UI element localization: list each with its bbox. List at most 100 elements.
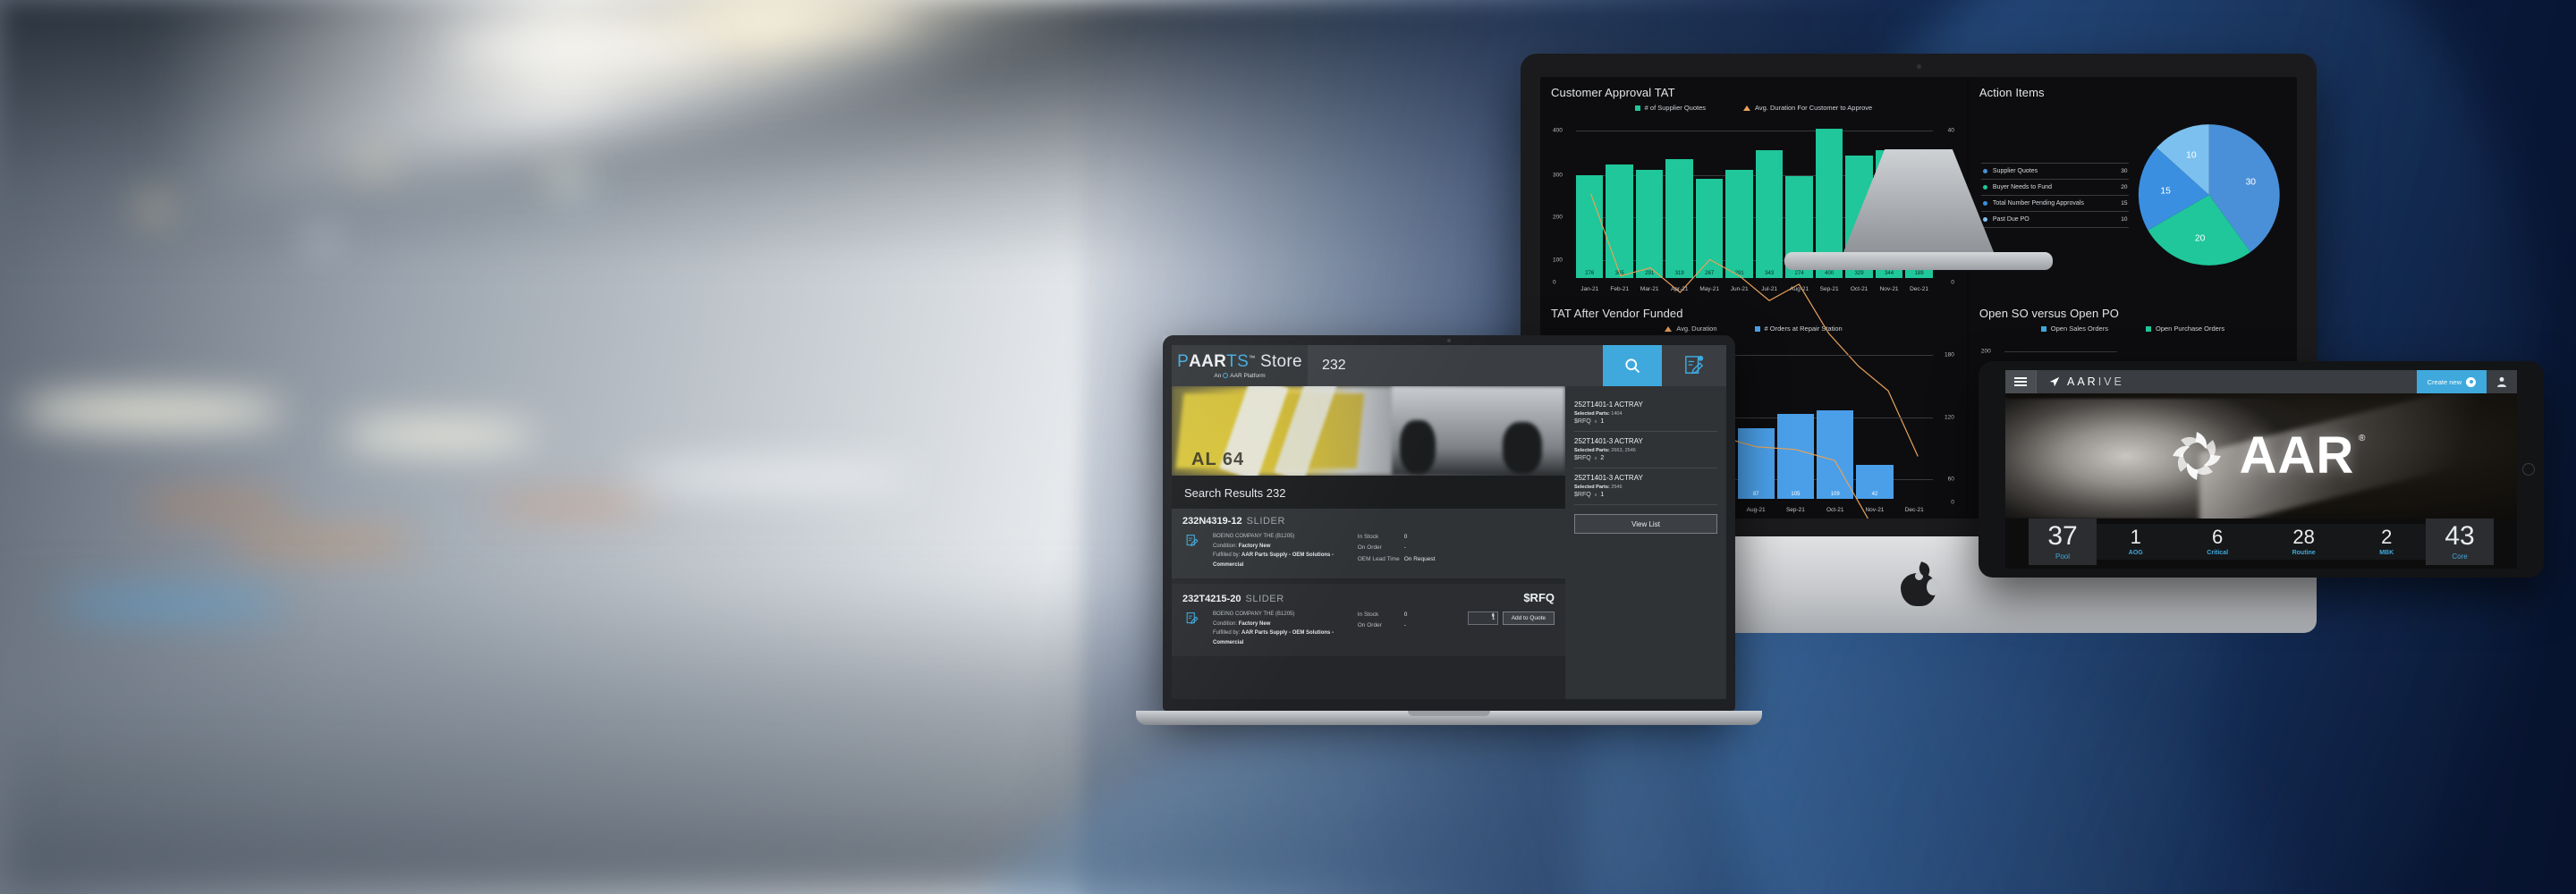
action-item-row[interactable]: Total Number Pending Approvals 15 <box>1980 196 2130 212</box>
quote-document-icon <box>1685 355 1704 375</box>
quote-list-button[interactable] <box>1662 345 1726 386</box>
tablet-bezel: AARIVE Create new AAR ® 37 Pool 1 AOG 6 … <box>1979 361 2544 578</box>
action-item-value: 30 <box>2121 167 2128 174</box>
x-tick-label: Sep-21 <box>1819 286 1839 292</box>
x-tick-label: May-21 <box>1699 286 1720 292</box>
cart-selected-parts: Selected Parts: 2546 <box>1574 485 1623 490</box>
stat-mbk[interactable]: 2 MBK <box>2379 526 2394 557</box>
background-traffic-red-1 <box>134 501 295 510</box>
paarts-wordmark: PAARTS™ Store <box>1177 353 1302 370</box>
result-condition-label: Condition: <box>1213 543 1238 549</box>
result-header: 232N4319-12 SLIDER <box>1182 516 1555 527</box>
y-tick-left: 200 <box>1980 348 1991 355</box>
x-tick-label: Jun-21 <box>1730 286 1749 292</box>
plus-circle-icon <box>2466 376 2476 387</box>
macbook-lid: PAARTS™ Store An AAR Platform 232 AL 64 … <box>1163 335 1735 711</box>
cart-item[interactable]: 252T1401-3 ACTRAY Selected Parts: 2663, … <box>1574 432 1717 468</box>
search-result-row[interactable]: 232T4215-20 SLIDER $RFQ BOEING COMPANY TH… <box>1172 584 1565 656</box>
cart-part-number: 252T1401-3 ACTRAY <box>1574 474 1643 482</box>
result-details: BOEING COMPANY THE (B1205) Condition: Fa… <box>1182 532 1555 569</box>
add-to-quote-button[interactable]: Add to Quote <box>1502 611 1555 625</box>
background-light-streak-2 <box>680 7 912 27</box>
aarive-brand: AARIVE <box>2036 370 2417 393</box>
legend-label: Open Sales Orders <box>2050 325 2108 333</box>
logo-ts: TS <box>1226 351 1250 371</box>
x-tick-label: Oct-21 <box>1850 286 1868 292</box>
create-new-button[interactable]: Create new <box>2416 370 2487 393</box>
paarts-store-body: AL 64 Search Results 232 232N4319-12 SLID… <box>1172 386 1726 699</box>
logo-aar: AAR <box>1189 351 1227 371</box>
search-result-row[interactable]: 232N4319-12 SLIDER BOEING COMPANY THE (B1… <box>1172 509 1565 578</box>
action-items-pie-wrap: 30 20 15 10 <box>2132 103 2286 287</box>
y-tick-right: 180 <box>1945 351 1954 358</box>
cart-selected-parts: Selected Parts: 2663, 2546 <box>1574 448 1636 453</box>
status-dot-icon <box>1982 200 1987 206</box>
cart-item[interactable]: 252T1401-1 ACTRAY Selected Parts: 1404 $… <box>1574 395 1717 432</box>
card-title: Customer Approval TAT <box>1551 86 1675 99</box>
aar-logo: AAR ® <box>2168 427 2365 485</box>
y-tick-left: 100 <box>1553 257 1563 264</box>
action-item-label: Buyer Needs to Fund <box>1992 183 2053 190</box>
lead-label: OEM Lead Time <box>1357 555 1400 562</box>
cart-item[interactable]: 252T1401-3 ACTRAY Selected Parts: 2546 $… <box>1574 468 1717 505</box>
view-list-button[interactable]: View List <box>1574 514 1717 534</box>
stat-routine[interactable]: 28 Routine <box>2292 527 2316 557</box>
apple-logo-icon <box>1901 561 1940 606</box>
stat-label: MBK <box>2379 550 2394 556</box>
hero-scene: Customer Approval TAT # of Supplier Quot… <box>0 0 2576 894</box>
result-document-button[interactable] <box>1182 532 1202 548</box>
background-light-streak-6 <box>304 232 340 245</box>
y-tick-right: 120 <box>1945 414 1954 421</box>
x-tick-label: Sep-21 <box>1785 507 1805 513</box>
cart-part-number: 252T1401-3 ACTRAY <box>1574 437 1643 445</box>
x-tick-label: Nov-21 <box>1879 286 1899 292</box>
background-traffic-white <box>626 465 912 488</box>
result-part-number: 232N4319-12 SLIDER <box>1182 516 1286 527</box>
quote-cart-panel: 252T1401-1 ACTRAY Selected Parts: 1404 $… <box>1565 386 1726 699</box>
quote-document-icon <box>1186 535 1199 546</box>
tablet-home-button[interactable] <box>2522 463 2535 476</box>
legend-square-icon <box>2145 325 2151 332</box>
cart-price-qty: $RFQ x 2 <box>1574 455 1605 461</box>
x-axis-labels: Jan-21 Feb-21 Mar-21 Apr-21 May-21 Jun-21 Jul-… <box>1576 286 1933 292</box>
stat-aog[interactable]: 1 AOG <box>2129 527 2143 557</box>
aarive-hero: AAR ® <box>2005 393 2517 519</box>
x-tick-label: Feb-21 <box>1610 286 1630 292</box>
action-item-row[interactable]: Supplier Quotes 30 <box>1980 162 2130 180</box>
stat-critical[interactable]: 6 Critical <box>2207 527 2228 557</box>
cart-part-number: 252T1401-1 ACTRAY <box>1574 401 1643 409</box>
background-traffic-red-3 <box>483 501 662 510</box>
result-condition-label: Condition: <box>1213 620 1238 627</box>
stepper-arrows-icon[interactable]: ▲ ▼ <box>1491 612 1496 620</box>
pie-chart: 30 20 15 10 <box>2139 124 2281 266</box>
action-item-row[interactable]: Buyer Needs to Fund 20 <box>1980 180 2130 196</box>
search-button[interactable] <box>1603 345 1662 386</box>
x-tick-label: Dec-21 <box>1904 507 1924 513</box>
legend-square-icon <box>1634 105 1640 111</box>
onorder-value: - <box>1403 544 1406 552</box>
quote-document-icon <box>1186 612 1199 624</box>
stat-value: 2 <box>2381 526 2393 548</box>
onorder-label: On Order <box>1357 622 1382 629</box>
stat-pool[interactable]: 37 Pool <box>2029 519 2097 565</box>
hamburger-menu-button[interactable] <box>2005 370 2036 393</box>
status-dot-icon <box>1982 184 1987 190</box>
brand-ive: IVE <box>2097 375 2124 388</box>
user-account-button[interactable] <box>2487 370 2517 393</box>
hamburger-menu-icon <box>2014 376 2027 387</box>
aarive-stats-bar: 37 Pool 1 AOG 6 Critical 28 Routine 2 MBK 43 Core <box>2005 519 2517 569</box>
search-input[interactable]: 232 <box>1308 345 1603 386</box>
action-item-row[interactable]: Past Due PO 10 <box>1980 212 2130 228</box>
action-item-value: 15 <box>2121 199 2128 207</box>
aar-ring-icon <box>1223 373 1229 378</box>
stat-core[interactable]: 43 Core <box>2426 519 2494 565</box>
paarts-platform-subtitle: An AAR Platform <box>1214 373 1265 379</box>
paarts-store-logo[interactable]: PAARTS™ Store An AAR Platform <box>1172 345 1308 386</box>
result-document-button[interactable] <box>1182 610 1202 626</box>
quantity-stepper[interactable]: 1 ▲ ▼ <box>1467 611 1498 625</box>
cart-price-qty: $RFQ x 1 <box>1574 492 1605 498</box>
brand-aar: AAR <box>2067 375 2098 388</box>
subtitle-an: An <box>1214 372 1222 379</box>
tablet-device: AARIVE Create new AAR ® 37 Pool 1 AOG 6 … <box>1979 361 2544 578</box>
chart-legend: # of Supplier Quotes Avg. Duration For C… <box>1551 104 1956 112</box>
